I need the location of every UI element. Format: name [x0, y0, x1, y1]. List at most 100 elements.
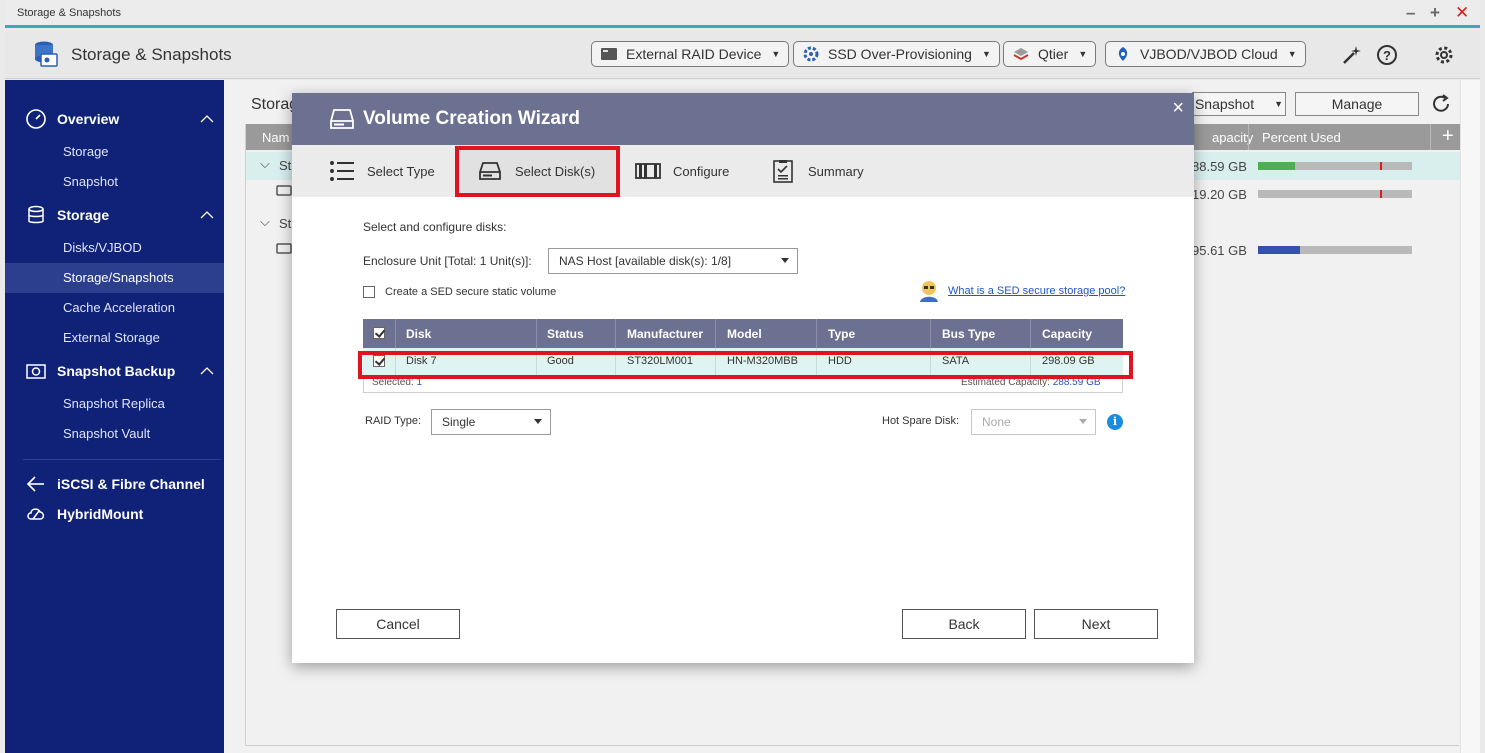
raid-type-label: RAID Type: — [365, 415, 422, 427]
volume-disk-icon — [276, 243, 292, 254]
sidebar-item-snapshot[interactable]: Snapshot — [5, 167, 224, 197]
chevron-down-icon: ▼ — [1078, 49, 1088, 59]
capacity-value: 19.20 GB — [1192, 187, 1247, 202]
sidebar-item-label: HybridMount — [57, 506, 144, 522]
sidebar-item-hybridmount[interactable]: HybridMount — [5, 499, 224, 529]
threshold-marker — [1380, 190, 1382, 198]
clipboard-check-icon — [773, 160, 793, 183]
cloud-mount-icon — [27, 508, 45, 520]
helper-person-icon — [920, 281, 938, 302]
window-title: Storage & Snapshots — [17, 7, 121, 19]
chevron-up-icon — [200, 211, 214, 219]
column-separator — [1430, 124, 1431, 150]
sidebar-item-iscsi[interactable]: iSCSI & Fibre Channel — [5, 469, 224, 499]
column-header-manufacturer: Manufacturer — [627, 327, 704, 341]
enclosure-label: Enclosure Unit [Total: 1 Unit(s)]: — [363, 254, 532, 268]
add-column-button[interactable]: + — [1442, 125, 1454, 148]
manage-button[interactable]: Manage — [1295, 92, 1419, 116]
expand-chevron-icon[interactable]: ⌵ — [260, 214, 270, 230]
column-separator — [816, 319, 817, 348]
next-button[interactable]: Next — [1034, 609, 1158, 639]
minimize-button[interactable]: – — [1406, 3, 1415, 23]
cancel-button[interactable]: Cancel — [336, 609, 460, 639]
sidebar-section-label: Snapshot Backup — [57, 363, 176, 379]
back-button[interactable]: Back — [902, 609, 1026, 639]
column-header-type: Type — [828, 327, 856, 341]
info-icon[interactable]: i — [1107, 414, 1123, 430]
column-percent-used-header: Percent Used — [1262, 130, 1341, 145]
window-titlebar: Storage & Snapshots – + ✕ — [5, 0, 1480, 28]
sidebar-section-storage[interactable]: Storage — [5, 200, 224, 230]
sidebar-item-snapshot-vault[interactable]: Snapshot Vault — [5, 419, 224, 449]
tab-select-type[interactable]: Select Type — [329, 145, 435, 197]
maximize-button[interactable]: + — [1430, 3, 1440, 23]
sidebar-item-external-storage[interactable]: External Storage — [5, 323, 224, 353]
tab-configure[interactable]: Configure — [635, 145, 729, 197]
grid-border — [245, 124, 246, 746]
enclosure-value: NAS Host [available disk(s): 1/8] — [559, 254, 732, 268]
ssd-over-provisioning-button[interactable]: SSD Over-Provisioning ▼ — [793, 41, 1000, 67]
sidebar-item-cache-acceleration[interactable]: Cache Acceleration — [5, 293, 224, 323]
snapshot-dropdown[interactable]: Snapshot ▼ — [1192, 92, 1286, 116]
sidebar-item-storage-snapshots[interactable]: Storage/Snapshots — [5, 263, 224, 293]
sidebar-item-disks-vjbod[interactable]: Disks/VJBOD — [5, 233, 224, 263]
vjbod-cloud-button[interactable]: VJBOD/VJBOD Cloud ▼ — [1105, 41, 1306, 67]
vjbod-cloud-icon — [1118, 47, 1128, 61]
list-icon — [330, 161, 354, 181]
external-raid-device-label: External RAID Device — [626, 46, 762, 62]
dropdown-arrow-icon — [781, 258, 789, 263]
sidebar-item-label: iSCSI & Fibre Channel — [57, 476, 205, 492]
select-all-checkbox[interactable] — [373, 327, 385, 339]
ssd-over-provisioning-label: SSD Over-Provisioning — [828, 46, 972, 62]
tab-label: Summary — [808, 163, 864, 179]
sidebar-section-snapshot-backup[interactable]: Snapshot Backup — [5, 356, 224, 386]
scrollbar-track[interactable] — [1460, 80, 1480, 753]
wizard-steps: Select Type Select Disk(s) Configure Sum… — [292, 145, 1194, 197]
chevron-up-icon — [200, 367, 214, 375]
raid-type-select[interactable]: Single — [431, 409, 551, 435]
external-raid-device-button[interactable]: External RAID Device ▼ — [591, 41, 790, 67]
sidebar-section-label: Storage — [57, 207, 110, 223]
threshold-marker — [1380, 162, 1382, 170]
chevron-down-icon: ▼ — [1274, 99, 1284, 109]
sidebar-item-snapshot-replica[interactable]: Snapshot Replica — [5, 389, 224, 419]
percent-used-fill — [1258, 246, 1300, 254]
highlight-box-select-disks — [455, 146, 620, 197]
close-window-button[interactable]: ✕ — [1455, 3, 1469, 23]
iscsi-arrow-icon — [26, 476, 44, 492]
dropdown-arrow-icon — [534, 419, 542, 424]
refresh-icon[interactable] — [1429, 92, 1453, 116]
capacity-value: 95.61 GB — [1192, 243, 1247, 258]
hot-spare-select[interactable]: None — [971, 409, 1096, 435]
dropdown-arrow-icon — [1079, 419, 1087, 424]
dialog-close-button[interactable]: × — [1172, 97, 1184, 120]
hot-spare-value: None — [982, 415, 1011, 429]
help-icon[interactable]: ? — [1375, 43, 1399, 67]
chevron-down-icon: ▼ — [1287, 49, 1297, 59]
ssd-gear-icon — [803, 46, 819, 62]
tab-label: Select Type — [367, 163, 435, 179]
magic-wand-icon[interactable] — [1340, 43, 1364, 67]
column-header-model: Model — [727, 327, 762, 341]
capacity-value: 88.59 GB — [1192, 159, 1247, 174]
chevron-up-icon — [200, 115, 214, 123]
dialog-title: Volume Creation Wizard — [363, 108, 580, 129]
settings-gear-icon[interactable] — [1432, 43, 1456, 67]
pool-name: St — [279, 158, 292, 173]
qtier-button[interactable]: Qtier ▼ — [1003, 41, 1097, 67]
column-separator — [395, 319, 396, 348]
disk-drive-icon — [330, 109, 354, 129]
column-header-status: Status — [547, 327, 584, 341]
expand-chevron-icon[interactable]: ⌵ — [260, 156, 270, 172]
sidebar-item-storage[interactable]: Storage — [5, 137, 224, 167]
tab-summary[interactable]: Summary — [770, 145, 864, 197]
dialog-header: Volume Creation Wizard × — [292, 93, 1194, 145]
snapshot-dropdown-label: Snapshot — [1194, 96, 1255, 112]
sidebar-section-overview[interactable]: Overview — [5, 104, 224, 134]
sed-info-link[interactable]: What is a SED secure storage pool? — [948, 285, 1125, 297]
sed-checkbox[interactable] — [363, 286, 375, 298]
sed-checkbox-label: Create a SED secure static volume — [385, 286, 557, 298]
volume-creation-wizard-dialog: Volume Creation Wizard × Select Type Sel… — [292, 93, 1194, 663]
enclosure-select[interactable]: NAS Host [available disk(s): 1/8] — [548, 248, 798, 274]
column-separator — [1248, 124, 1249, 150]
